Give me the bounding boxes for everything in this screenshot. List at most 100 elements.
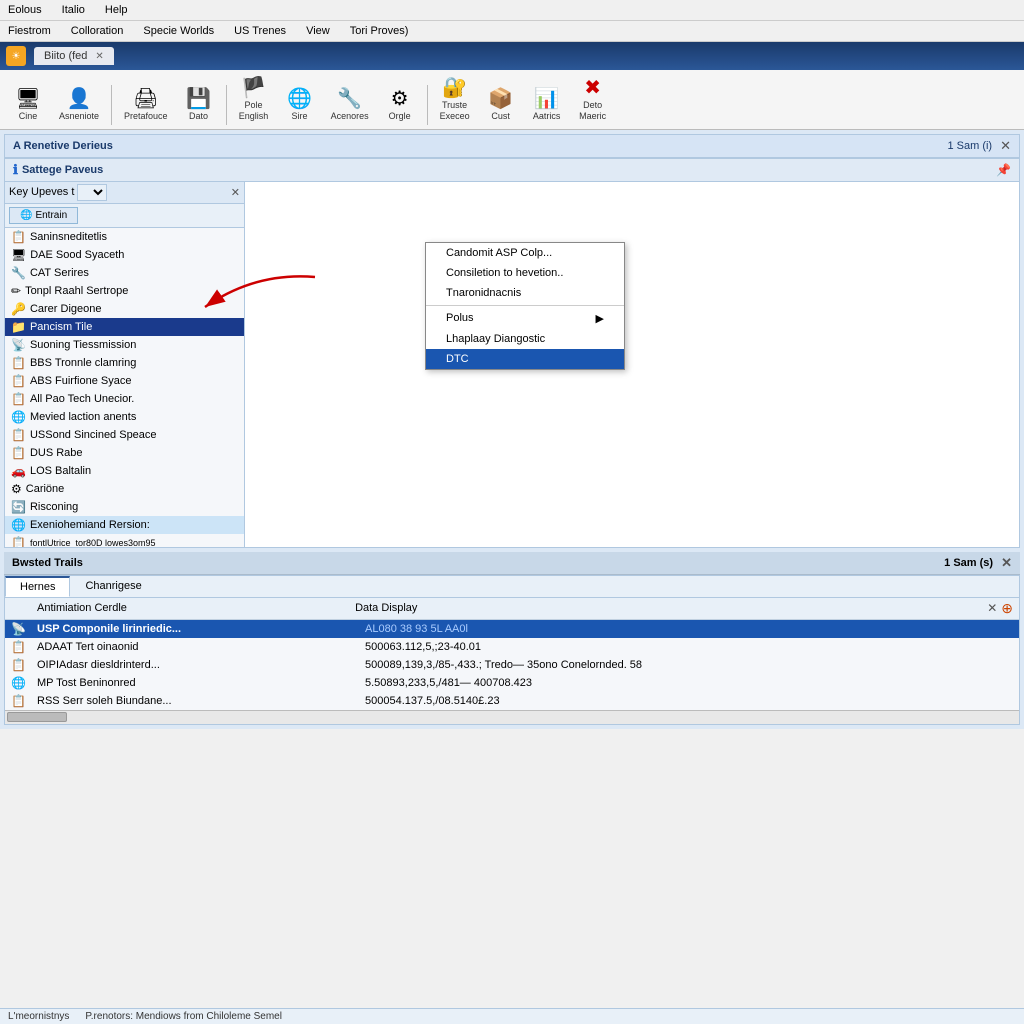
tab-close-button[interactable]: ✕: [95, 51, 103, 62]
row3-data: 500089,139,3,/85-,433.; Tredo— 35ono Con…: [365, 659, 1013, 671]
ctx-item-polus[interactable]: Polus ▶: [426, 308, 624, 329]
toolbar-deto-button[interactable]: ✖ DetoMaeric: [571, 74, 615, 125]
bottom-tabs: Hernes Chanrigese: [5, 576, 1019, 598]
row1-icon: 📡: [11, 622, 33, 636]
list-item[interactable]: 🔑Carer Digeone: [5, 300, 244, 318]
toolbar-dato-button[interactable]: 💾 Dato: [177, 85, 221, 125]
ctx-item-consiletion[interactable]: Consiletion to hevetion..: [426, 263, 624, 283]
globe-icon: 🌐: [20, 210, 32, 221]
table-row[interactable]: 📋 OIPIAdasr diesldrinterd... 500089,139,…: [5, 656, 1019, 674]
item-icon: 🖥: [11, 248, 26, 262]
tab-hernes[interactable]: Hernes: [5, 576, 70, 597]
app-icon: ☀: [6, 46, 26, 66]
list-key-label: Key Upeves t: [9, 186, 74, 198]
item-icon: ✏: [11, 284, 21, 298]
row1-data: AL080 38 93 5L AA0l: [365, 623, 1013, 635]
panel-area: ℹ Sattege Paveus 📌 Key Upeves t 12 ✕: [4, 158, 1020, 548]
top-section-header: A Renetive Derieus 1 Sam (i) ✕: [4, 134, 1020, 158]
toolbar-orgle-button[interactable]: ⚙ Orgle: [378, 85, 422, 125]
title-tab[interactable]: Biito (fed ✕: [34, 47, 114, 65]
row4-data: 5.50893,233,5,/481— 400708.423: [365, 677, 1013, 689]
bottom-section-close-button[interactable]: ✕: [1001, 555, 1012, 571]
pin-icon[interactable]: 📌: [996, 163, 1011, 177]
item-icon: 🔧: [11, 266, 26, 280]
table-row[interactable]: 📋 RSS Serr soleh Biundane... 500054.137.…: [5, 692, 1019, 710]
menu-colloration[interactable]: Colloration: [67, 23, 128, 39]
secondary-menu-bar: Fiestrom Colloration Specie Worlds US Tr…: [0, 21, 1024, 42]
toolbar-truste-button[interactable]: 🔐 TrusteExeceo: [433, 74, 477, 125]
list-item[interactable]: 📋DUS Rabe: [5, 444, 244, 462]
bottom-section: Bwsted Trails 1 Sam (s) ✕ Hernes Chanrig…: [4, 552, 1020, 725]
ctx-item-tnaronid[interactable]: Tnaronidnacnis: [426, 283, 624, 303]
item-icon: 📋: [11, 356, 26, 370]
list-item[interactable]: 📋ABS Fuirfione Syace: [5, 372, 244, 390]
list-num-select[interactable]: 12: [77, 184, 107, 201]
pole-label: PoleEnglish: [239, 100, 269, 122]
list-item[interactable]: 📋All Pao Tech Unecior.: [5, 390, 244, 408]
list-item-selected[interactable]: 📁Pancism Tile: [5, 318, 244, 336]
list-item[interactable]: 🖥DAE Sood Syaceth: [5, 246, 244, 264]
scroll-thumb[interactable]: [7, 712, 67, 722]
col-animiation: Antimiation Cerdle: [37, 602, 351, 614]
list-item[interactable]: ⚙Cariöne: [5, 480, 244, 498]
row4-icon: 🌐: [11, 676, 33, 690]
menu-us-trenes[interactable]: US Trenes: [230, 23, 290, 39]
table-close-button[interactable]: ✕: [987, 601, 997, 615]
toolbar-sire-button[interactable]: 🌐 Sire: [278, 85, 322, 125]
entrain-label: Entrain: [35, 210, 67, 221]
deto-icon: ✖: [584, 77, 601, 99]
menu-specie-worlds[interactable]: Specie Worlds: [139, 23, 218, 39]
list-item[interactable]: 🚗LOS Baltalin: [5, 462, 244, 480]
entrain-button[interactable]: 🌐 Entrain: [9, 207, 78, 224]
list-item[interactable]: 📋USSond Sincined Speace: [5, 426, 244, 444]
menu-help[interactable]: Help: [101, 2, 132, 18]
table-action-icon[interactable]: ⊕: [1001, 600, 1013, 617]
menu-italio[interactable]: Italio: [58, 2, 89, 18]
menu-eolous[interactable]: Eolous: [4, 2, 46, 18]
cine-icon: 🖥: [15, 88, 40, 110]
toolbar-pole-button[interactable]: 🏴 PoleEnglish: [232, 74, 276, 125]
aatrics-icon: 📊: [534, 88, 559, 110]
list-item[interactable]: 🔧CAT Serires: [5, 264, 244, 282]
list-item[interactable]: 📡Suoning Tiessmission: [5, 336, 244, 354]
tab-chanrigese[interactable]: Chanrigese: [70, 576, 156, 597]
tab-label: Biito (fed: [44, 50, 87, 62]
table-row-selected[interactable]: 📡 USP Componile lirinriedic... AL080 38 …: [5, 620, 1019, 638]
table-row[interactable]: 🌐 MP Tost Beninonred 5.50893,233,5,/481—…: [5, 674, 1019, 692]
list-item[interactable]: ✏Tonpl Raahl Sertrope: [5, 282, 244, 300]
status-left: L'meornistnys: [8, 1011, 69, 1022]
menu-tori-proves[interactable]: Tori Proves): [346, 23, 413, 39]
list-item[interactable]: 📋Saninsneditetlis: [5, 228, 244, 246]
pole-icon: 🏴: [241, 77, 266, 99]
table-row[interactable]: 📋 ADAAT Tert oinaonid 500063.112,5,;23-4…: [5, 638, 1019, 656]
list-item[interactable]: 🔄Risconing: [5, 498, 244, 516]
ctx-item-dtc[interactable]: DTC: [426, 349, 624, 369]
toolbar-cine-button[interactable]: 🖥 Cine: [6, 85, 50, 125]
deto-label: DetoMaeric: [579, 100, 606, 122]
toolbar-cust-button[interactable]: 📦 Cust: [479, 85, 523, 125]
ctx-item-candomit[interactable]: Candomit ASP Colp...: [426, 243, 624, 263]
submenu-arrow-icon: ▶: [596, 312, 604, 325]
toolbar-pretafouce-button[interactable]: 🖨 Pretafouce: [117, 85, 175, 125]
top-section-close-button[interactable]: ✕: [1000, 138, 1011, 154]
panel-info-icon: ℹ: [13, 162, 18, 178]
dato-label: Dato: [189, 111, 208, 122]
list-item-highlight[interactable]: 🌐Exeniohemiand Rersion:: [5, 516, 244, 534]
horizontal-scrollbar[interactable]: [5, 710, 1019, 724]
menu-view[interactable]: View: [302, 23, 334, 39]
status-bar: L'meornistnys P.renotors: Mendiows from …: [0, 1008, 1024, 1024]
list-close-button[interactable]: ✕: [231, 186, 240, 199]
menu-fiestrom[interactable]: Fiestrom: [4, 23, 55, 39]
list-item[interactable]: 🌐Mevied laction anents: [5, 408, 244, 426]
cine-label: Cine: [19, 111, 38, 122]
list-item[interactable]: 📋fontlUtrice_tor80D lowes3om95: [5, 534, 244, 547]
left-panel-list[interactable]: 📋Saninsneditetlis 🖥DAE Sood Syaceth 🔧CAT…: [5, 228, 244, 547]
top-section-header-right: 1 Sam (i) ✕: [947, 138, 1011, 154]
dato-icon: 💾: [186, 88, 211, 110]
toolbar-asneniote-button[interactable]: 👤 Asneniote: [52, 85, 106, 125]
toolbar-aatrics-button[interactable]: 📊 Aatrics: [525, 85, 569, 125]
ctx-item-lhaplaay[interactable]: Lhaplaay Diangostic: [426, 329, 624, 349]
toolbar-acenores-button[interactable]: 🔧 Acenores: [324, 85, 376, 125]
list-item[interactable]: 📋BBS Tronnle clamring: [5, 354, 244, 372]
row3-icon: 📋: [11, 658, 33, 672]
